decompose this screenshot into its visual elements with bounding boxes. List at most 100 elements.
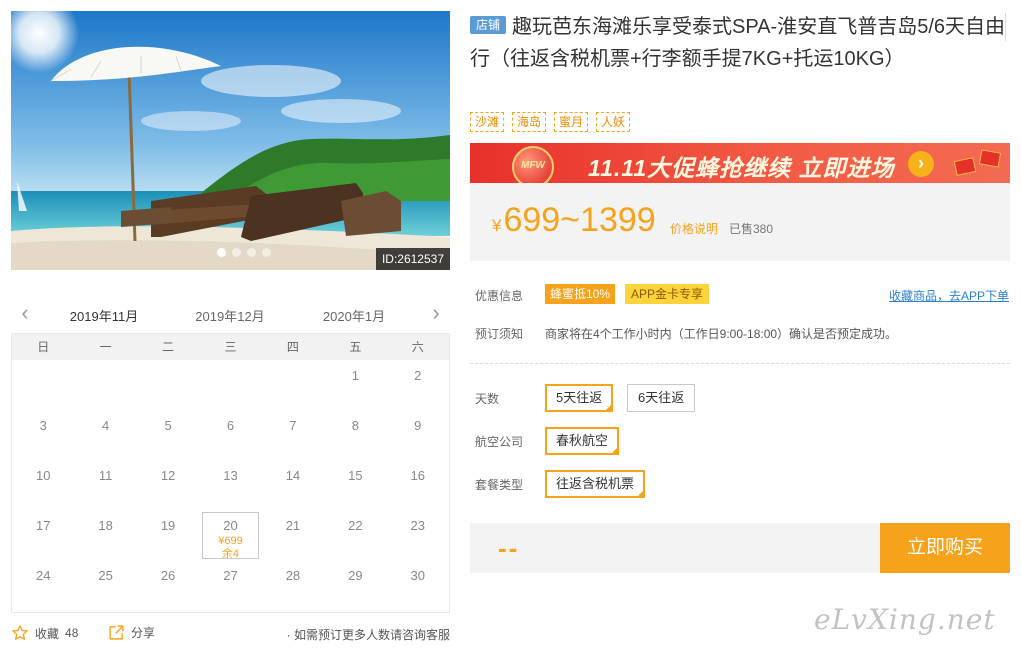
selected-day-frame — [202, 512, 259, 559]
slide-dot[interactable] — [232, 248, 241, 257]
calendar-day[interactable]: 8 — [324, 410, 386, 460]
price-explanation-link[interactable]: 价格说明 — [670, 220, 718, 237]
promo-banner[interactable]: MFW 11.11大促蜂抢继续 立即进场 › — [470, 143, 1010, 183]
day-number: 8 — [351, 418, 359, 433]
offers-label: 优惠信息 — [475, 289, 524, 303]
calendar-day[interactable]: 25 — [74, 560, 136, 610]
calendar-day[interactable]: 12 — [137, 460, 199, 510]
calendar-day[interactable]: 30 — [387, 560, 449, 610]
calendar-empty-cell — [199, 360, 261, 410]
app-order-link[interactable]: 收藏商品，去APP下单 — [889, 287, 1009, 304]
calendar-day[interactable]: 10 — [12, 460, 74, 510]
day-number: 3 — [39, 418, 47, 433]
beach-photo-image — [11, 11, 450, 270]
calendar-empty-cell — [262, 360, 324, 410]
calendar-day[interactable]: 26 — [137, 560, 199, 610]
calendar-day[interactable]: 23 — [387, 510, 449, 560]
slide-dot[interactable] — [247, 248, 256, 257]
product-tag[interactable]: 沙滩 — [470, 112, 505, 132]
red-envelope-icon — [953, 157, 977, 176]
day-number: 1 — [351, 368, 359, 383]
arrow-right-icon[interactable]: › — [908, 151, 934, 177]
calendar-day[interactable]: 29 — [324, 560, 386, 610]
app-gold-badge: APP金卡专享 — [625, 284, 710, 304]
calendar-day[interactable]: 2 — [387, 360, 449, 410]
calendar-day[interactable]: 27 — [199, 560, 261, 610]
favorite-count: 48 — [65, 626, 79, 640]
day-number: 19 — [160, 518, 176, 533]
calendar-day[interactable]: 18 — [74, 510, 136, 560]
option-label-airline: 航空公司 — [475, 435, 524, 449]
calendar-day[interactable]: 5 — [137, 410, 199, 460]
weekday-label: 三 — [224, 340, 237, 354]
discount-badge: 蜂蜜抵10% — [545, 284, 616, 304]
option-6-days[interactable]: 6天往返 — [627, 384, 696, 412]
calendar-day[interactable]: 20 ¥699 余4 — [199, 510, 261, 560]
day-number: 5 — [164, 418, 172, 433]
option-airline-spring[interactable]: 春秋航空 — [545, 427, 620, 457]
day-number: 23 — [410, 518, 425, 533]
booking-label: 预订须知 — [475, 327, 524, 341]
product-photo[interactable]: ID:2612537 — [11, 11, 450, 270]
calendar-month-nav: ‹ 2019年11月 2019年12月 2020年1月 › — [11, 298, 450, 338]
day-number: 15 — [348, 468, 363, 483]
chevron-right-icon[interactable]: › — [426, 302, 446, 324]
calendar-day[interactable]: 3 — [12, 410, 74, 460]
option-label-package: 套餐类型 — [475, 478, 524, 492]
calendar-day[interactable]: 16 — [387, 460, 449, 510]
option-package-ticket[interactable]: 往返含税机票 — [545, 470, 646, 500]
calendar-day[interactable]: 15 — [324, 460, 386, 510]
day-number: 29 — [348, 568, 363, 583]
day-number: 28 — [285, 568, 301, 583]
calendar-day[interactable]: 19 — [137, 510, 199, 560]
weekday-label: 日 — [37, 340, 50, 354]
share-icon — [109, 625, 124, 640]
slide-dot[interactable] — [262, 248, 271, 257]
month-tab-jan[interactable]: 2020年1月 — [309, 306, 399, 335]
calendar-day[interactable]: 14 — [262, 460, 324, 510]
calendar-day[interactable]: 21 — [262, 510, 324, 560]
calendar-day[interactable]: 28 — [262, 560, 324, 610]
calendar-days: 1 2 3 4 5 6 7 8 9 10 11 12 13 14 15 16 17 18 19 20 ¥699 余4 21 2… — [12, 360, 449, 610]
balloon-text: MFW — [521, 160, 545, 171]
calendar-day[interactable]: 22 — [324, 510, 386, 560]
day-number: 16 — [410, 468, 425, 483]
star-icon — [12, 625, 28, 640]
calendar-empty-cell — [137, 360, 199, 410]
option-5-days[interactable]: 5天往返 — [545, 384, 614, 414]
calendar-day[interactable]: 11 — [74, 460, 136, 510]
day-number: 17 — [35, 518, 51, 533]
slide-dot[interactable] — [217, 248, 226, 257]
day-number: 24 — [35, 568, 51, 583]
calendar-day[interactable]: 9 — [387, 410, 449, 460]
product-tag[interactable]: 人妖 — [596, 112, 631, 132]
weekday-label: 一 — [99, 340, 112, 354]
weekday-label: 二 — [162, 340, 175, 354]
calendar-day[interactable]: 24 — [12, 560, 74, 610]
day-number: 25 — [98, 568, 113, 583]
price-panel: ¥699~1399 价格说明 已售380 — [470, 183, 1010, 261]
slide-dots — [217, 248, 271, 257]
month-tab-dec[interactable]: 2019年12月 — [185, 306, 275, 335]
day-number: 10 — [35, 468, 51, 483]
option-label-days: 天数 — [475, 392, 500, 406]
mfw-balloon-logo: MFW — [512, 146, 554, 183]
calendar-day[interactable]: 7 — [262, 410, 324, 460]
favorite-button[interactable]: 收藏 48 — [11, 624, 78, 642]
calendar-day[interactable]: 13 — [199, 460, 261, 510]
product-tag[interactable]: 海岛 — [512, 112, 547, 132]
day-number: 11 — [98, 468, 113, 483]
calendar-day[interactable]: 17 — [12, 510, 74, 560]
day-number: 13 — [223, 468, 238, 483]
weekday-label: 六 — [411, 340, 424, 354]
buy-now-button[interactable]: 立即购买 — [880, 523, 1010, 573]
day-number: 18 — [98, 518, 113, 533]
product-tag[interactable]: 蜜月 — [554, 112, 589, 132]
calendar-day[interactable]: 4 — [74, 410, 136, 460]
favorite-label: 收藏 — [35, 626, 60, 641]
calendar-day[interactable]: 1 — [324, 360, 386, 410]
calendar-day[interactable]: 6 — [199, 410, 261, 460]
promo-text: 11.11大促蜂抢继续 立即进场 — [588, 155, 895, 181]
share-button[interactable]: 分享 — [108, 624, 155, 641]
chevron-left-icon[interactable]: ‹ — [15, 302, 35, 324]
